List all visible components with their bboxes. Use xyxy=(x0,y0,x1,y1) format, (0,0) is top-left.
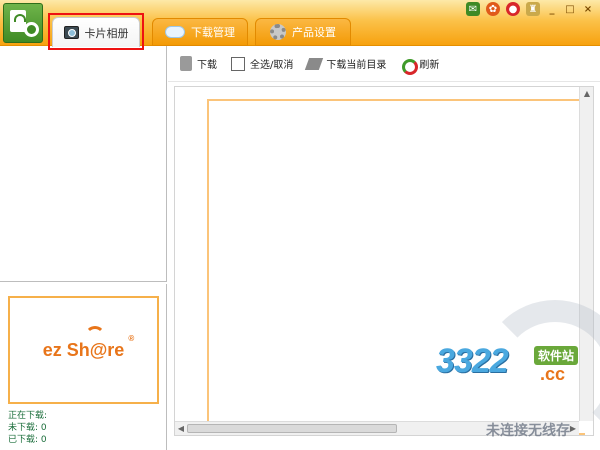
download-button[interactable]: 下载 xyxy=(180,56,217,71)
download-label: 下载 xyxy=(197,60,217,71)
tab-download-manager[interactable]: 下载管理 xyxy=(152,18,248,46)
tab-product-settings-label: 产品设置 xyxy=(292,26,336,39)
scroll-left-arrow-icon[interactable]: ◀ xyxy=(175,422,187,435)
brand-name: ez Sh@re xyxy=(42,339,125,360)
refresh-label: 刷新 xyxy=(419,60,440,71)
download-icon xyxy=(180,56,192,71)
window-controls: ✉ ✿ ● ♜ _ □ × xyxy=(466,2,594,16)
folder-download-icon xyxy=(305,57,324,70)
app-logo-icon xyxy=(3,3,43,43)
registered-mark: ® xyxy=(128,333,135,343)
maximize-button[interactable]: □ xyxy=(564,2,576,16)
close-button[interactable]: × xyxy=(582,2,594,16)
toolbar: 下载 全选/取消 下载当前目录 刷新 xyxy=(168,46,600,82)
album-icon xyxy=(63,26,79,39)
refresh-button[interactable]: 刷新 xyxy=(400,56,440,75)
checkbox-icon[interactable] xyxy=(231,56,245,71)
download-status: 正在下载: 未下载: 0 已下载: 0 xyxy=(8,410,47,446)
gear-icon xyxy=(270,24,286,40)
brand-logo-box: ez Sh@re ® xyxy=(8,296,159,404)
photo-frame xyxy=(207,99,585,435)
trophy-icon[interactable]: ♜ xyxy=(526,2,540,16)
app-header: 卡片相册 下载管理 产品设置 ✉ ✿ ● ♜ _ □ × xyxy=(0,0,600,50)
tab-product-settings[interactable]: 产品设置 xyxy=(255,18,351,46)
brand-logo: ez Sh@re ® xyxy=(42,325,134,361)
photo-grid-area[interactable]: ▲ ◀ ▶ xyxy=(174,86,594,436)
weibo-icon[interactable]: ● xyxy=(506,2,520,16)
cloud-icon xyxy=(165,26,185,38)
device-info-panel: ez Sh@re ® 正在下载: 未下载: 0 已下载: 0 xyxy=(0,284,167,450)
download-current-dir-button[interactable]: 下载当前目录 xyxy=(305,56,387,71)
vertical-scrollbar[interactable]: ▲ xyxy=(579,87,593,421)
wifi-icon xyxy=(84,325,105,338)
download-current-dir-label: 下载当前目录 xyxy=(326,60,387,71)
status-downloading: 正在下载: xyxy=(8,411,48,421)
app-shortcut-icon[interactable]: ✉ xyxy=(466,2,480,16)
refresh-icon xyxy=(400,57,419,75)
minimize-button[interactable]: _ xyxy=(546,2,558,16)
select-all-checkbox[interactable]: 全选/取消 xyxy=(231,56,293,71)
status-downloaded: 已下载: 0 xyxy=(8,435,47,445)
tab-card-album[interactable]: 卡片相册 xyxy=(52,17,140,47)
select-all-label: 全选/取消 xyxy=(250,60,294,71)
tab-download-manager-label: 下载管理 xyxy=(191,26,235,39)
orange-circle-icon[interactable]: ✿ xyxy=(486,2,500,16)
folder-tree-panel[interactable] xyxy=(0,46,167,282)
scroll-thumb[interactable] xyxy=(187,424,397,433)
tab-card-album-label: 卡片相册 xyxy=(84,26,129,40)
scroll-right-arrow-icon[interactable]: ▶ xyxy=(567,422,579,435)
status-not-downloaded: 未下载: 0 xyxy=(8,423,47,433)
horizontal-scrollbar[interactable]: ◀ ▶ xyxy=(175,421,579,435)
scroll-up-arrow-icon[interactable]: ▲ xyxy=(580,87,594,101)
